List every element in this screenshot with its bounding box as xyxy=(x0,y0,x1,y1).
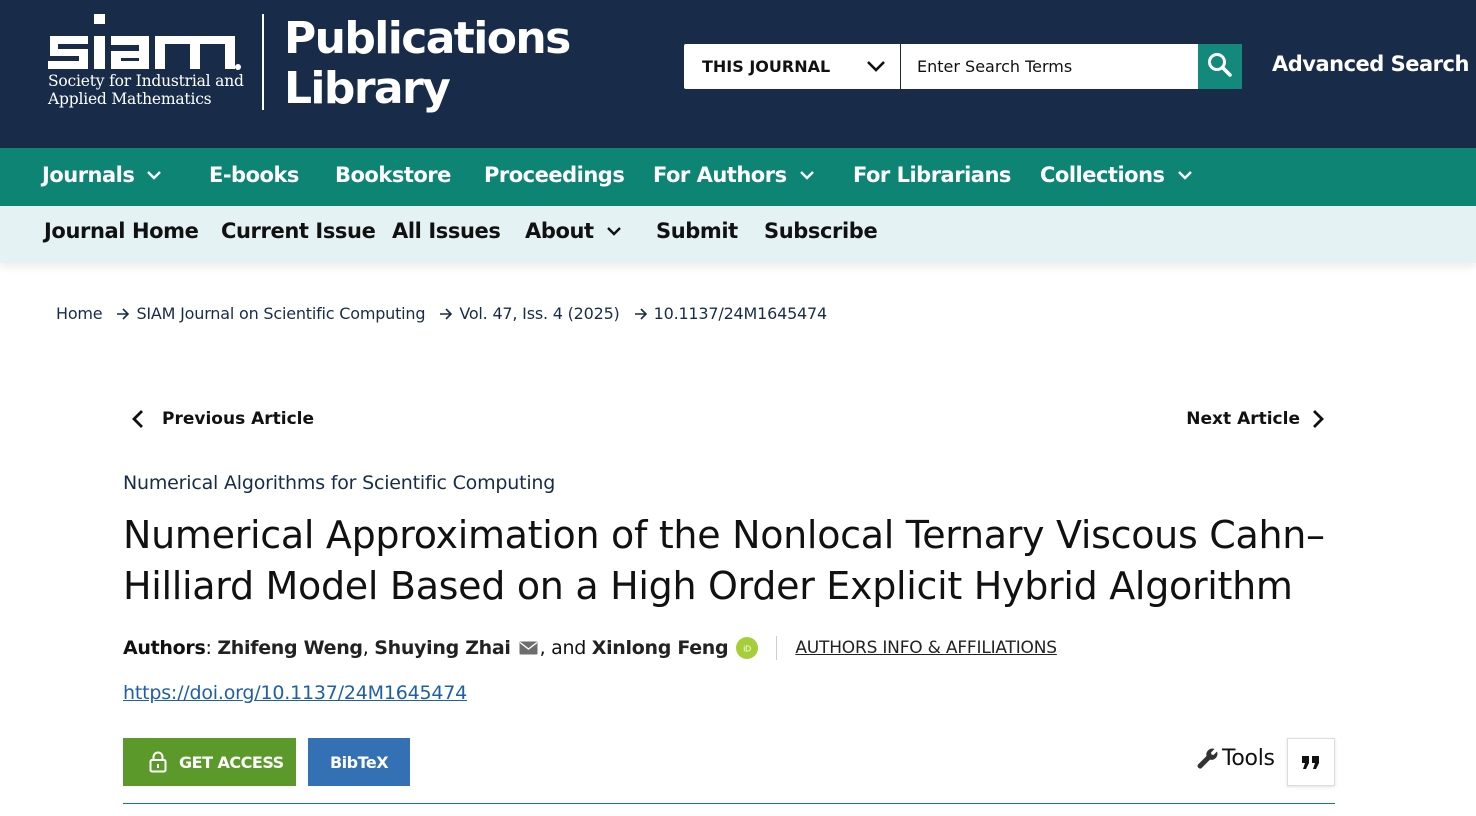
svg-text:iD: iD xyxy=(743,645,751,654)
nav-item-label: Collections xyxy=(1040,163,1165,187)
journal-nav: Journal Home Current Issue All Issues Ab… xyxy=(0,206,1476,263)
envelope-icon[interactable] xyxy=(519,641,538,655)
bibtex-button[interactable]: BibTeX xyxy=(308,738,410,786)
nav-item-journals[interactable]: Journals xyxy=(42,163,162,187)
bibtex-label: BibTeX xyxy=(329,752,389,772)
journal-nav-all-issues[interactable]: All Issues xyxy=(392,219,501,243)
search-input[interactable] xyxy=(901,44,1198,89)
author-name[interactable]: Zhifeng Weng xyxy=(217,637,363,659)
journal-nav-label: Journal Home xyxy=(44,219,199,243)
journal-nav-submit[interactable]: Submit xyxy=(656,219,738,243)
chevron-down-icon xyxy=(799,171,814,180)
header-divider xyxy=(262,14,264,110)
nav-item-proceedings[interactable]: Proceedings xyxy=(484,163,625,187)
section-divider xyxy=(123,803,1335,804)
chevron-down-icon xyxy=(147,171,162,180)
nav-item-label: Proceedings xyxy=(484,163,625,187)
site-header: Society for Industrial and Applied Mathe… xyxy=(0,0,1476,148)
journal-nav-home[interactable]: Journal Home xyxy=(44,219,199,243)
quote-icon xyxy=(1302,756,1319,769)
orcid-icon[interactable]: iD xyxy=(736,637,759,659)
journal-nav-label: Submit xyxy=(656,219,738,243)
article-title: Numerical Approximation of the Nonlocal … xyxy=(123,513,1325,608)
cite-button[interactable] xyxy=(1287,738,1335,786)
nav-item-bookstore[interactable]: Bookstore xyxy=(335,163,451,187)
nav-item-collections[interactable]: Collections xyxy=(1040,163,1193,187)
next-article-link[interactable]: Next Article xyxy=(1186,409,1324,429)
authors-divider xyxy=(776,636,778,660)
author-name[interactable]: Shuying Zhai xyxy=(374,637,511,659)
chevron-down-icon xyxy=(1177,171,1192,180)
author-separator: , and xyxy=(539,637,592,659)
journal-nav-label: All Issues xyxy=(392,219,501,243)
search-button[interactable] xyxy=(1198,44,1242,89)
nav-item-label: E-books xyxy=(209,163,299,187)
nav-item-label: Journals xyxy=(42,163,135,187)
authors-info-affiliations-link[interactable]: AUTHORS INFO & AFFILIATIONS xyxy=(795,638,1057,658)
logo-subtitle-line2: Applied Mathematics xyxy=(48,90,212,108)
journal-nav-current-issue[interactable]: Current Issue xyxy=(221,219,376,243)
breadcrumb-home[interactable]: Home xyxy=(56,304,103,323)
breadcrumb-doi[interactable]: 10.1137/24M1645474 xyxy=(654,304,828,323)
author-name[interactable]: Xinlong Feng xyxy=(592,637,729,659)
tools-label: Tools xyxy=(1222,746,1275,771)
siam-wordmark xyxy=(48,14,241,70)
siam-logo[interactable]: Society for Industrial and Applied Mathe… xyxy=(48,12,248,112)
journal-nav-about[interactable]: About xyxy=(525,219,622,243)
search-scope-label: THIS JOURNAL xyxy=(702,57,831,76)
journal-nav-label: About xyxy=(525,219,594,243)
authors-label: Authors xyxy=(123,637,206,659)
chevron-left-icon xyxy=(132,410,143,428)
chevron-down-icon xyxy=(866,58,886,77)
breadcrumb-issue[interactable]: Vol. 47, Iss. 4 (2025) xyxy=(459,304,619,323)
breadcrumb-journal[interactable]: SIAM Journal on Scientific Computing xyxy=(136,304,425,323)
library-title-line1: Publications xyxy=(284,13,571,64)
nav-item-label: For Librarians xyxy=(853,163,1011,187)
chevron-right-icon xyxy=(1313,410,1324,428)
authors-colon: : xyxy=(205,637,218,659)
previous-article-label: Previous Article xyxy=(162,409,315,429)
journal-nav-label: Current Issue xyxy=(221,219,376,243)
journal-nav-subscribe[interactable]: Subscribe xyxy=(764,219,878,243)
arrow-right-icon xyxy=(634,307,648,320)
author-separator: , xyxy=(362,637,375,659)
search-scope-select[interactable]: THIS JOURNAL xyxy=(684,44,900,89)
previous-article-link[interactable]: Previous Article xyxy=(132,409,314,429)
logo-subtitle: Society for Industrial and Applied Mathe… xyxy=(48,72,244,108)
advanced-search-link[interactable]: Advanced Search xyxy=(1272,52,1469,76)
wrench-icon xyxy=(1197,748,1218,769)
journal-nav-label: Subscribe xyxy=(764,219,878,243)
doi-link[interactable]: https://doi.org/10.1137/24M1645474 xyxy=(123,682,467,704)
article-section[interactable]: Numerical Algorithms for Scientific Comp… xyxy=(123,472,555,494)
arrow-right-icon xyxy=(439,307,453,320)
get-access-label: GET ACCESS xyxy=(179,752,284,772)
publications-library-title[interactable]: Publications Library xyxy=(284,13,571,114)
main-nav: Journals E-books Bookstore Proceedings F… xyxy=(0,148,1476,206)
get-access-button[interactable]: GET ACCESS xyxy=(123,738,296,786)
library-title-line2: Library xyxy=(284,63,451,114)
logo-subtitle-line1: Society for Industrial and xyxy=(48,72,244,90)
lock-icon xyxy=(149,751,167,773)
nav-item-label: For Authors xyxy=(653,163,787,187)
arrow-right-icon xyxy=(116,307,130,320)
tools-button[interactable]: Tools xyxy=(1196,746,1275,771)
next-article-label: Next Article xyxy=(1186,409,1300,429)
breadcrumb: Home SIAM Journal on Scientific Computin… xyxy=(56,304,827,323)
authors-line: Authors: Zhifeng Weng , Shuying Zhai , a… xyxy=(123,636,1057,660)
nav-item-ebooks[interactable]: E-books xyxy=(209,163,299,187)
nav-item-for-authors[interactable]: For Authors xyxy=(653,163,815,187)
chevron-down-icon xyxy=(606,227,621,236)
nav-item-for-librarians[interactable]: For Librarians xyxy=(853,163,1011,187)
search-icon xyxy=(1207,52,1233,82)
nav-item-label: Bookstore xyxy=(335,163,451,187)
